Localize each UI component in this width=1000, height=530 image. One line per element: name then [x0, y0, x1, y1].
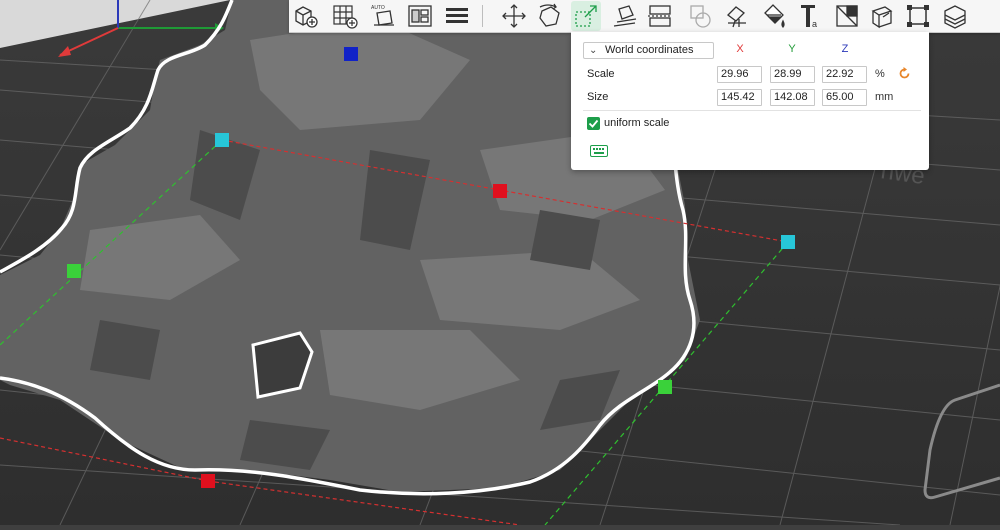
- cut-tool[interactable]: [645, 1, 675, 31]
- text-tool-icon: a: [801, 5, 817, 29]
- add-plate-tool-icon: [333, 5, 358, 29]
- assembly-tool[interactable]: [903, 1, 933, 31]
- variable-layer-tool-icon: [944, 5, 966, 29]
- arrange-tool[interactable]: [405, 1, 435, 31]
- panel-divider: [583, 110, 921, 111]
- variable-layer-tool[interactable]: [940, 1, 970, 31]
- move-tool-icon: [502, 4, 526, 28]
- scale-unit: %: [875, 68, 885, 80]
- scale-handle-green-right[interactable]: [658, 380, 672, 394]
- seam-paint-tool-icon: [836, 5, 858, 27]
- mesh-boolean-tool[interactable]: [685, 1, 715, 31]
- keyboard-shortcuts-button[interactable]: [590, 145, 608, 160]
- scale-tool[interactable]: [571, 1, 601, 31]
- uniform-scale-label: uniform scale: [604, 117, 670, 129]
- lay-on-face-tool-icon: [613, 5, 637, 27]
- chevron-down-icon: ⌄: [589, 45, 598, 56]
- assembly-tool-icon: [907, 5, 929, 27]
- lay-on-face-tool[interactable]: [609, 1, 639, 31]
- reset-icon: [899, 67, 910, 79]
- coordinate-system-value: World coordinates: [605, 44, 694, 56]
- scale-handle-red-back[interactable]: [493, 184, 507, 198]
- scale-handle-green-left[interactable]: [67, 264, 81, 278]
- auto-orient-tool[interactable]: AUTO: [368, 1, 398, 31]
- keyboard-icon: [590, 145, 608, 157]
- rotate-tool-icon: [539, 3, 560, 27]
- uniform-scale-checkbox[interactable]: [587, 117, 600, 130]
- add-plate-tool[interactable]: [330, 1, 360, 31]
- scale-tool-icon: [575, 5, 597, 27]
- color-paint-tool-icon: [764, 4, 785, 28]
- mesh-boolean-tool-icon: [690, 5, 711, 28]
- size-x-input[interactable]: 145.42: [717, 89, 762, 106]
- split-layers-tool[interactable]: [442, 1, 472, 31]
- size-label: Size: [587, 91, 609, 103]
- rotate-tool[interactable]: [534, 1, 564, 31]
- coordinate-system-select[interactable]: ⌄ World coordinates: [583, 42, 714, 59]
- arrange-tool-icon: [408, 5, 432, 27]
- reset-scale-button[interactable]: [898, 67, 911, 83]
- scale-panel: ⌄ World coordinates X Y Z Scale 29.96 28…: [571, 32, 929, 170]
- scale-x-input[interactable]: 29.96: [717, 66, 762, 83]
- measure-tool[interactable]: [867, 1, 897, 31]
- support-paint-tool[interactable]: [722, 1, 752, 31]
- scale-handle-cyan-back[interactable]: [215, 133, 229, 147]
- axis-header-x: X: [736, 43, 744, 55]
- cut-tool-icon: [648, 5, 672, 27]
- scale-handle-cyan-right[interactable]: [781, 235, 795, 249]
- support-paint-tool-icon: [727, 6, 746, 28]
- checkmark-icon: [588, 119, 599, 128]
- gizmo-toolbar: AUTO a: [289, 0, 1000, 33]
- measure-tool-icon: [871, 6, 893, 29]
- scale-z-input[interactable]: 22.92: [822, 66, 867, 83]
- axis-header-z: Z: [841, 43, 849, 55]
- split-layers-tool-icon: [446, 8, 468, 23]
- seam-paint-tool[interactable]: [832, 1, 862, 31]
- scale-handle-red-front[interactable]: [201, 474, 215, 488]
- move-tool[interactable]: [499, 1, 529, 31]
- add-object-tool[interactable]: [290, 1, 320, 31]
- axis-header-y: Y: [788, 43, 796, 55]
- color-paint-tool[interactable]: [759, 1, 789, 31]
- auto-orient-tool-icon: AUTO: [371, 5, 394, 26]
- size-z-input[interactable]: 65.00: [822, 89, 867, 106]
- add-object-tool-icon: [295, 6, 318, 28]
- size-unit: mm: [875, 91, 894, 103]
- scale-y-input[interactable]: 28.99: [770, 66, 815, 83]
- svg-text:a: a: [812, 19, 817, 29]
- svg-text:AUTO: AUTO: [371, 5, 385, 11]
- scale-handle-blue-top[interactable]: [344, 47, 358, 61]
- scale-label: Scale: [587, 68, 615, 80]
- text-tool[interactable]: a: [795, 1, 825, 31]
- size-y-input[interactable]: 142.08: [770, 89, 815, 106]
